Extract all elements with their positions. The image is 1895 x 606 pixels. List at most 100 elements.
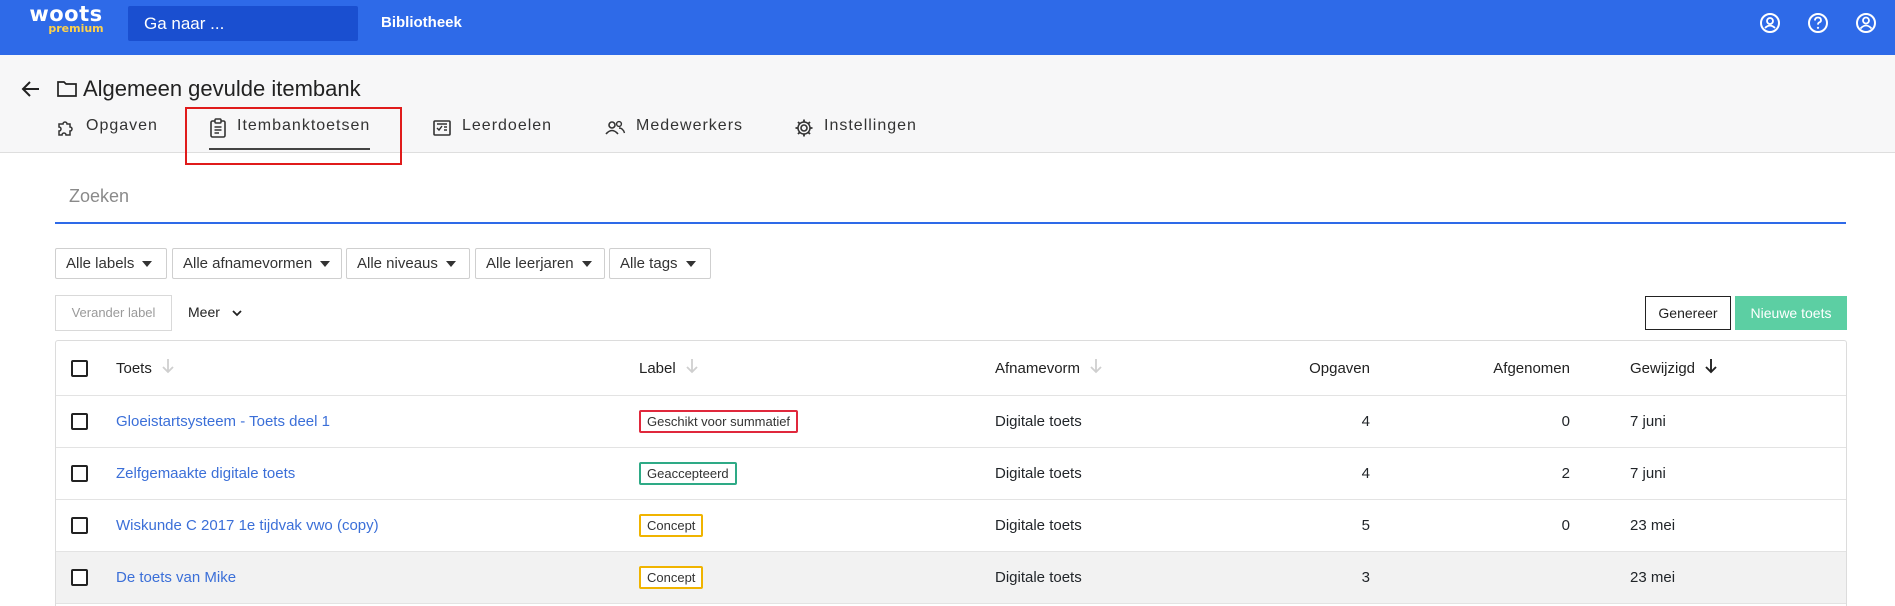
tab-label: Instellingen (824, 117, 917, 134)
column-header-afnamevorm[interactable]: Afnamevorm (995, 341, 1103, 395)
status-badge: Geschikt voor summatief (639, 410, 799, 433)
column-header-toets[interactable]: Toets (116, 341, 175, 395)
test-name-link[interactable]: Zelfgemaakte digitale toets (116, 448, 295, 499)
caret-down-icon (685, 261, 696, 268)
help-icon[interactable] (1807, 12, 1829, 34)
gewijzigd-cell: 7 juni (1630, 465, 1666, 482)
column-header-opgaven[interactable]: Opgaven (1286, 341, 1370, 395)
opgaven-cell: 3 (1361, 569, 1370, 586)
sort-arrow-icon (685, 358, 699, 378)
column-header-label[interactable]: Label (639, 341, 699, 395)
test-name-link[interactable]: De toets van Mike (116, 552, 236, 603)
more-label: Meer (188, 304, 220, 320)
filter-label: Alle leerjaren (486, 255, 574, 272)
opgaven-cell: 5 (1361, 517, 1370, 534)
afnamevorm-cell: Digitale toets (995, 465, 1082, 482)
opgaven-cell: 4 (1361, 465, 1370, 482)
filter-leerjaren[interactable]: Alle leerjaren (475, 248, 605, 279)
gewijzigd-cell: 23 mei (1630, 517, 1676, 534)
checklist-icon (432, 117, 452, 138)
column-title: Toets (116, 359, 152, 377)
column-title: Gewijzigd (1630, 359, 1696, 377)
filter-label: Alle niveaus (357, 255, 438, 272)
filter-afnamevormen[interactable]: Alle afnamevormen (172, 248, 342, 279)
goto-search[interactable]: Ga naar ... (128, 6, 358, 41)
filter-labels[interactable]: Alle labels (55, 248, 167, 279)
generate-button[interactable]: Genereer (1645, 296, 1731, 330)
search-bar (55, 180, 1846, 224)
column-header-gewijzigd[interactable]: Gewijzigd (1630, 341, 1718, 395)
test-name-link[interactable]: Wiskunde C 2017 1e tijdvak vwo (copy) (116, 500, 379, 551)
afgenomen-cell: 0 (1561, 517, 1570, 534)
table-row[interactable]: Gloeistartsysteem - Toets deel 1 Geschik… (56, 396, 1846, 448)
label-cell: Geaccepteerd (639, 448, 737, 499)
test-name-link[interactable]: Gloeistartsysteem - Toets deel 1 (116, 396, 330, 447)
label-cell: Concept (639, 552, 704, 603)
search-input[interactable] (69, 186, 1769, 207)
puzzle-icon (56, 117, 76, 138)
highlight-annotation-box (185, 107, 402, 165)
folder-icon (56, 79, 78, 99)
woots-logo[interactable]: woots premium (26, 3, 106, 35)
tab-label: Medewerkers (636, 117, 744, 134)
row-checkbox[interactable] (71, 500, 88, 551)
caret-down-icon (581, 261, 592, 268)
select-all-checkbox[interactable] (71, 341, 88, 395)
filter-label: Alle labels (66, 255, 135, 272)
logo-subtext: premium (48, 22, 104, 35)
sort-arrow-icon (161, 358, 175, 378)
nav-library-link[interactable]: Bibliotheek (381, 14, 462, 31)
gear-icon (794, 117, 814, 138)
afnamevorm-cell: Digitale toets (995, 517, 1082, 534)
afgenomen-cell: 2 (1561, 465, 1570, 482)
users-circle-icon[interactable] (1759, 12, 1781, 34)
change-label-button[interactable]: Verander label (55, 295, 172, 331)
label-cell: Geschikt voor summatief (639, 396, 799, 447)
row-checkbox[interactable] (71, 552, 88, 603)
caret-down-icon (445, 261, 456, 268)
caret-down-icon (142, 261, 153, 268)
filter-niveaus[interactable]: Alle niveaus (346, 248, 470, 279)
afgenomen-cell (1456, 552, 1570, 603)
afnamevorm-cell: Digitale toets (995, 569, 1082, 586)
tab-leerdoelen[interactable]: Leerdoelen (432, 117, 552, 147)
table-row[interactable]: Wiskunde C 2017 1e tijdvak vwo (copy) Co… (56, 500, 1846, 552)
afnamevorm-cell: Digitale toets (995, 413, 1082, 430)
row-checkbox[interactable] (71, 396, 88, 447)
opgaven-cell: 4 (1361, 413, 1370, 430)
people-icon (604, 117, 626, 138)
gewijzigd-cell: 23 mei (1630, 569, 1676, 586)
table-row[interactable]: De toets van Mike Concept Digitale toets… (56, 552, 1846, 604)
back-arrow-icon[interactable] (20, 78, 42, 100)
checkbox-box (71, 517, 88, 534)
column-title: Label (639, 359, 676, 377)
more-dropdown[interactable]: Meer (188, 304, 242, 320)
account-icon[interactable] (1855, 12, 1877, 34)
new-test-button[interactable]: Nieuwe toets (1735, 296, 1847, 330)
checkbox-box (71, 413, 88, 430)
tab-opgaven[interactable]: Opgaven (56, 117, 158, 147)
table-row[interactable]: Zelfgemaakte digitale toets Geaccepteerd… (56, 448, 1846, 500)
column-title: Afgenomen (1493, 359, 1570, 377)
tab-label: Opgaven (86, 117, 158, 134)
chevron-down-icon (232, 304, 242, 320)
column-header-afgenomen[interactable]: Afgenomen (1456, 341, 1570, 395)
top-navbar: woots premium Ga naar ... Bibliotheek (0, 0, 1895, 55)
label-cell: Concept (639, 500, 704, 551)
status-badge: Geaccepteerd (639, 462, 737, 485)
caret-down-icon (320, 261, 331, 268)
tab-label: Leerdoelen (462, 117, 553, 134)
sort-arrow-icon (1704, 358, 1718, 378)
filter-tags[interactable]: Alle tags (609, 248, 711, 279)
row-checkbox[interactable] (71, 448, 88, 499)
afgenomen-cell: 0 (1561, 413, 1570, 430)
filter-label: Alle afnamevormen (183, 255, 313, 272)
tab-instellingen[interactable]: Instellingen (794, 117, 917, 147)
tab-medewerkers[interactable]: Medewerkers (604, 117, 743, 147)
gewijzigd-cell: 7 juni (1630, 413, 1666, 430)
page-title: Algemeen gevulde itembank (83, 76, 361, 101)
checkbox-box (71, 465, 88, 482)
checkbox-box (71, 569, 88, 586)
column-title: Opgaven (1309, 359, 1370, 377)
sort-arrow-icon (1089, 358, 1103, 378)
